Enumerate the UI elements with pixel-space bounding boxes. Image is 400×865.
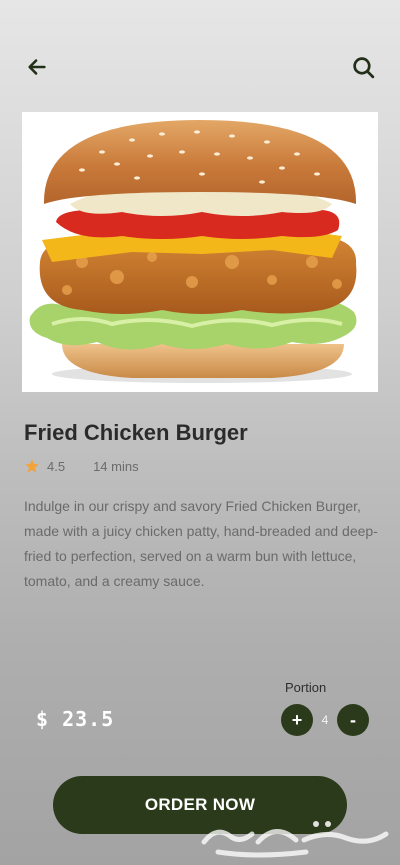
rating-value: 4.5 <box>47 458 66 474</box>
product-description: Indulge in our crispy and savory Fried C… <box>24 498 378 589</box>
quantity-stepper: + 4 - <box>281 704 369 736</box>
search-icon <box>352 56 374 78</box>
top-bar <box>22 52 378 86</box>
arrow-left-icon <box>28 59 46 75</box>
back-button[interactable] <box>22 52 52 82</box>
burger-image <box>22 112 378 392</box>
star-icon <box>25 459 39 473</box>
quantity-value: 4 <box>321 713 329 727</box>
search-button[interactable] <box>348 52 378 82</box>
increase-button[interactable]: + <box>281 704 313 736</box>
decrease-button[interactable]: - <box>337 704 369 736</box>
prep-time: 14 mins <box>93 458 139 474</box>
watermark-logo <box>201 821 389 858</box>
portion-label: Portion <box>285 680 327 695</box>
price: $ 23.5 <box>36 707 115 731</box>
product-meta: 4.5 14 mins <box>24 458 139 474</box>
product-title: Fried Chicken Burger <box>24 420 248 445</box>
